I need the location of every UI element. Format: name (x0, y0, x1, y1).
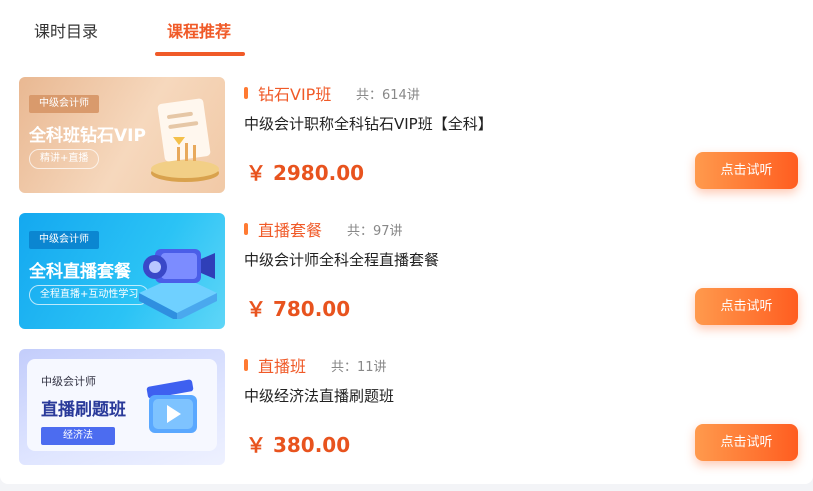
course-tag: 钻石VIP班 (258, 85, 332, 104)
play-clapper-icon (146, 379, 197, 433)
certificate-icon (151, 98, 219, 182)
course-tag: 直播班 (258, 357, 307, 376)
thumb-badge: 中级会计师 (41, 375, 96, 388)
active-tab-indicator (155, 52, 245, 56)
tag-marker (244, 223, 248, 235)
course-item[interactable]: 中级会计师 直播刷题班 经济法 直播班 共：11讲 中级经济法直播刷题班 ￥ 3… (0, 349, 813, 467)
tab-bar: 课时目录 课程推荐 (0, 0, 813, 58)
course-thumbnail[interactable]: 中级会计师 直播刷题班 经济法 (19, 349, 225, 465)
course-thumbnail[interactable]: 中级会计师 全科班钻石VIP 精讲+直播 (19, 77, 225, 193)
thumb-pill: 全程直播+互动性学习 (29, 285, 150, 305)
course-price: ￥ 780.00 (246, 297, 351, 321)
try-listen-button[interactable]: 点击试听 (695, 152, 798, 189)
course-item[interactable]: 中级会计师 全科班钻石VIP 精讲+直播 钻石VIP班 共：614讲 中级会计职… (0, 77, 813, 195)
course-item[interactable]: 中级会计师 全科直播套餐 全程直播+互动性学习 直播套餐 共：97讲 中级会计师… (0, 213, 813, 331)
course-tag: 直播套餐 (258, 221, 323, 240)
course-price: ￥ 380.00 (246, 433, 351, 457)
course-title[interactable]: 中级会计师全科全程直播套餐 (244, 249, 439, 270)
thumb-title: 全科班钻石VIP (29, 126, 146, 146)
lesson-count: 共：11讲 (331, 360, 387, 375)
try-listen-button[interactable]: 点击试听 (695, 288, 798, 325)
course-title[interactable]: 中级会计职称全科钻石VIP班【全科】 (244, 113, 493, 134)
course-panel: 课时目录 课程推荐 中级会计师 全科班钻石VIP 精讲+直播 钻石VIP班 共：… (0, 0, 813, 484)
thumb-badge: 中级会计师 (29, 231, 99, 249)
thumb-title: 直播刷题班 (41, 400, 126, 420)
course-price: ￥ 2980.00 (246, 161, 365, 185)
video-camera-icon (139, 249, 217, 319)
thumb-pill: 精讲+直播 (29, 149, 100, 169)
tab-lesson-catalog[interactable]: 课时目录 (34, 18, 98, 42)
tab-course-recommend[interactable]: 课程推荐 (167, 18, 231, 42)
tag-marker (244, 87, 248, 99)
thumb-title: 全科直播套餐 (29, 262, 131, 282)
course-thumbnail[interactable]: 中级会计师 全科直播套餐 全程直播+互动性学习 (19, 213, 225, 329)
tag-marker (244, 359, 248, 371)
thumb-pill: 经济法 (41, 427, 115, 445)
lesson-count: 共：614讲 (356, 88, 420, 103)
course-title[interactable]: 中级经济法直播刷题班 (244, 385, 394, 406)
thumb-badge: 中级会计师 (29, 95, 99, 113)
lesson-count: 共：97讲 (347, 224, 403, 239)
try-listen-button[interactable]: 点击试听 (695, 424, 798, 461)
